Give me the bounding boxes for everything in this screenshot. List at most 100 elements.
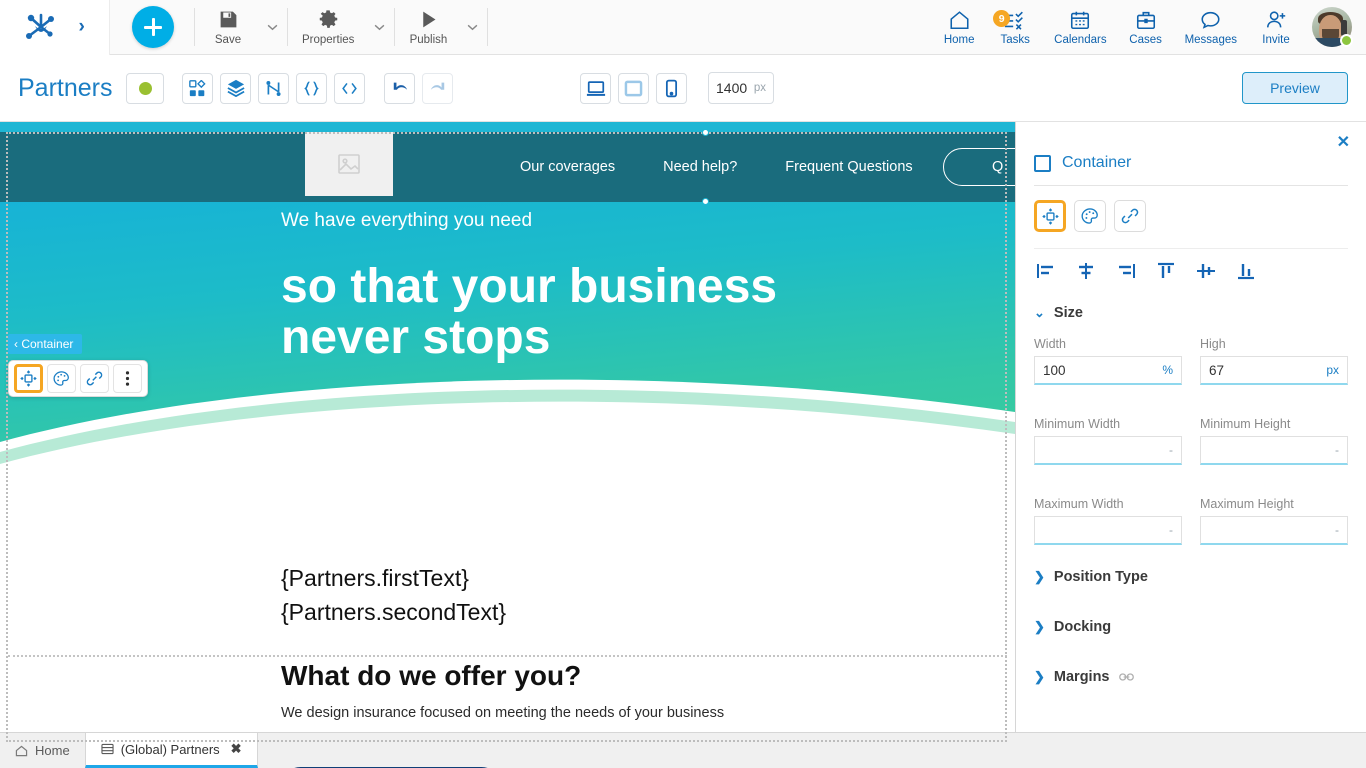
site-header-container[interactable]: Our coverages Need help? Frequent Questi… bbox=[0, 129, 1015, 205]
nav-cases[interactable]: Cases bbox=[1118, 8, 1174, 46]
selected-element-badge[interactable]: ‹ Container bbox=[8, 334, 83, 354]
tab-home[interactable]: Home bbox=[0, 733, 85, 768]
panel-mode-layout-button[interactable] bbox=[1034, 200, 1066, 232]
site-nav-link-help[interactable]: Need help? bbox=[663, 159, 737, 175]
max-width-field: Maximum Width - bbox=[1034, 497, 1182, 545]
align-right-button[interactable] bbox=[1114, 259, 1138, 283]
max-height-unit: - bbox=[1335, 523, 1339, 537]
offer-subtitle: We design insurance focused on meeting t… bbox=[281, 705, 725, 721]
site-nav-link-coverages[interactable]: Our coverages bbox=[520, 159, 615, 175]
publish-dropdown-button[interactable] bbox=[459, 0, 485, 55]
hero-text-block[interactable]: We have everything you need so that your… bbox=[281, 210, 777, 364]
nav-invite[interactable]: Invite bbox=[1248, 8, 1304, 46]
canvas-floating-toolbar bbox=[8, 360, 148, 397]
docking-section-header[interactable]: ❯ Docking bbox=[1034, 613, 1348, 641]
align-left-icon bbox=[1037, 264, 1053, 278]
undo-button[interactable] bbox=[384, 72, 416, 104]
panel-mode-style-button[interactable] bbox=[1074, 200, 1106, 232]
device-tablet-button[interactable] bbox=[618, 72, 649, 104]
site-header-cta-button[interactable]: Q bbox=[942, 148, 1015, 186]
preview-button[interactable]: Preview bbox=[1242, 72, 1348, 104]
selection-handle-bottom[interactable] bbox=[702, 198, 709, 205]
divider bbox=[394, 8, 396, 46]
chevron-right-icon: ❯ bbox=[1034, 619, 1045, 634]
align-bottom-button[interactable] bbox=[1234, 259, 1258, 283]
size-section-header[interactable]: ⌄ Size bbox=[1034, 299, 1348, 327]
properties-panel: ✕ Container ⌄ Size Width 100 % High 67 p… bbox=[1016, 122, 1366, 768]
margins-section-header[interactable]: ❯ Margins bbox=[1034, 663, 1348, 691]
selection-handle-top[interactable] bbox=[702, 129, 709, 136]
play-icon bbox=[418, 9, 439, 31]
tab-close-icon[interactable]: ✖ bbox=[231, 741, 242, 757]
nav-messages[interactable]: Messages bbox=[1174, 8, 1248, 46]
layers-button[interactable] bbox=[220, 72, 252, 104]
offer-section[interactable]: What do we offer you? We design insuranc… bbox=[281, 660, 724, 721]
logo-image-placeholder[interactable] bbox=[305, 132, 393, 196]
properties-button[interactable]: Properties bbox=[290, 9, 366, 46]
floating-more-button[interactable] bbox=[113, 364, 142, 393]
undo-icon bbox=[393, 82, 408, 90]
max-width-input[interactable]: - bbox=[1034, 516, 1182, 545]
code-button[interactable] bbox=[334, 72, 366, 104]
align-left-button[interactable] bbox=[1034, 259, 1058, 283]
position-type-section-header[interactable]: ❯ Position Type bbox=[1034, 563, 1348, 591]
braces-icon bbox=[304, 80, 320, 96]
expand-sidebar-icon[interactable]: › bbox=[78, 16, 84, 38]
min-width-field: Minimum Width - bbox=[1034, 417, 1182, 465]
redo-button[interactable] bbox=[422, 72, 454, 104]
height-value: 67 bbox=[1209, 362, 1225, 378]
max-height-input[interactable]: - bbox=[1200, 516, 1348, 545]
align-middle-v-button[interactable] bbox=[1194, 259, 1218, 283]
save-button[interactable]: Save bbox=[197, 9, 259, 46]
align-top-button[interactable] bbox=[1154, 259, 1178, 283]
add-button[interactable] bbox=[132, 6, 174, 48]
max-width-unit: - bbox=[1169, 523, 1173, 537]
page-toolbar: Partners 1400 px Preview bbox=[0, 55, 1366, 122]
braces-button[interactable] bbox=[296, 72, 328, 104]
device-mobile-button[interactable] bbox=[656, 72, 687, 104]
status-dot-icon bbox=[138, 81, 152, 95]
width-input[interactable]: 100 % bbox=[1034, 356, 1182, 385]
properties-label: Properties bbox=[302, 33, 355, 46]
align-center-h-button[interactable] bbox=[1074, 259, 1098, 283]
page-status-indicator[interactable] bbox=[126, 72, 165, 104]
hero-section[interactable]: We have everything you need so that your… bbox=[0, 202, 1015, 502]
design-canvas[interactable]: Our coverages Need help? Frequent Questi… bbox=[0, 122, 1016, 768]
frog-logo[interactable] bbox=[24, 12, 58, 42]
publish-button[interactable]: Publish bbox=[397, 9, 459, 46]
align-top-icon bbox=[1158, 262, 1174, 278]
link-icon bbox=[1121, 208, 1139, 224]
min-width-input[interactable]: - bbox=[1034, 436, 1182, 465]
panel-close-icon[interactable]: ✕ bbox=[1337, 132, 1350, 152]
tab-global-partners-label: (Global) Partners bbox=[120, 741, 220, 757]
avatar[interactable] bbox=[1312, 7, 1353, 47]
device-desktop-button[interactable] bbox=[580, 72, 611, 104]
panel-mode-link-button[interactable] bbox=[1114, 200, 1146, 232]
width-field: Width 100 % bbox=[1034, 337, 1182, 385]
floating-style-button[interactable] bbox=[47, 364, 76, 393]
hero-heading-line1: so that your business bbox=[281, 260, 778, 313]
canvas-width-input[interactable]: 1400 px bbox=[708, 72, 774, 104]
floating-move-button[interactable] bbox=[14, 364, 43, 393]
link-chain-icon[interactable] bbox=[1118, 672, 1134, 682]
components-button[interactable] bbox=[182, 72, 214, 104]
nav-calendars[interactable]: Calendars bbox=[1043, 8, 1117, 46]
hero-heading-line2: never stops bbox=[281, 310, 551, 364]
flow-button[interactable] bbox=[258, 72, 290, 104]
height-input[interactable]: 67 px bbox=[1200, 356, 1348, 385]
properties-dropdown-button[interactable] bbox=[366, 0, 392, 55]
nav-tasks[interactable]: 9 Tasks bbox=[987, 8, 1043, 46]
save-dropdown-button[interactable] bbox=[259, 0, 285, 55]
code-icon bbox=[342, 82, 358, 94]
height-field: High 67 px bbox=[1200, 337, 1348, 385]
floating-link-button[interactable] bbox=[80, 364, 109, 393]
partners-variables-block[interactable]: {Partners.firstText} {Partners.secondTex… bbox=[281, 562, 506, 630]
tab-global-partners[interactable]: (Global) Partners ✖ bbox=[84, 733, 258, 768]
nav-home[interactable]: Home bbox=[931, 8, 987, 46]
chevron-right-icon: ❯ bbox=[1034, 569, 1045, 584]
min-height-input[interactable]: - bbox=[1200, 436, 1348, 465]
divider bbox=[487, 8, 489, 46]
site-nav-link-faq[interactable]: Frequent Questions bbox=[785, 159, 912, 175]
margins-title: Margins bbox=[1053, 669, 1110, 685]
size-max-row: Maximum Width - Maximum Height - bbox=[1034, 497, 1348, 545]
